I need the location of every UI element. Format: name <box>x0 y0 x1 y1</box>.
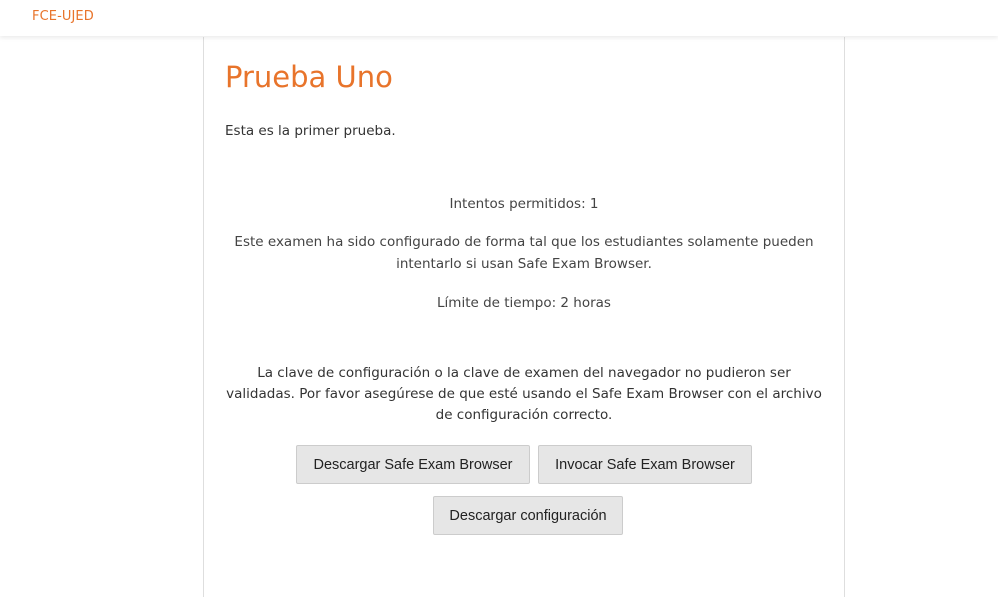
attempts-allowed: Intentos permitidos: 1 <box>449 196 599 212</box>
page-title: Prueba Uno <box>225 60 393 94</box>
seb-required-notice: Este examen ha sido configurado de forma… <box>234 234 814 272</box>
launch-seb-button[interactable]: Invocar Safe Exam Browser <box>538 445 752 484</box>
quiz-main-region: Prueba Uno Esta es la primer prueba. Int… <box>203 37 845 597</box>
quiz-intro: Esta es la primer prueba. <box>225 123 396 139</box>
download-config-button[interactable]: Descargar configuración <box>433 496 623 535</box>
download-seb-button[interactable]: Descargar Safe Exam Browser <box>296 445 530 484</box>
time-limit: Límite de tiempo: 2 horas <box>437 295 611 311</box>
top-navbar: FCE-UJED <box>0 0 998 36</box>
site-brand-link[interactable]: FCE-UJED <box>32 9 94 24</box>
seb-validation-error: La clave de configuración o la clave de … <box>226 365 822 423</box>
